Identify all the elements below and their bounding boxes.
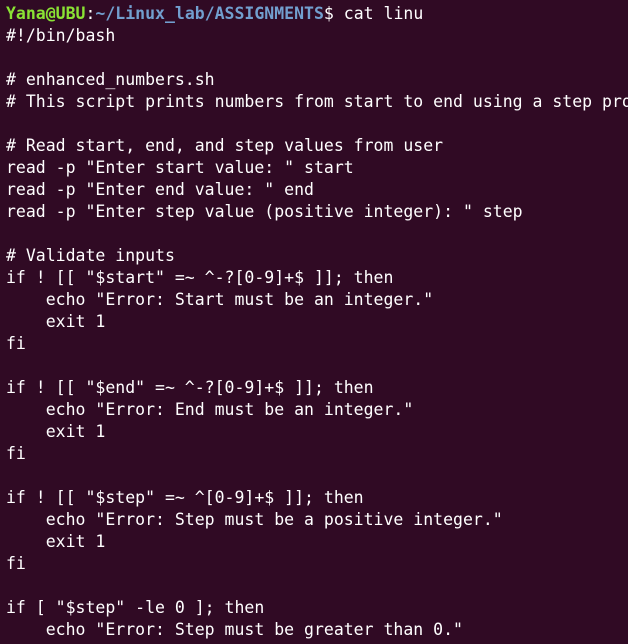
terminal-window[interactable]: Yana@UBU:~/Linux_lab/ASSIGNMENTS$ cat li…: [0, 0, 628, 644]
output-line: exit 1: [6, 422, 106, 441]
output-line: # Read start, end, and step values from …: [6, 136, 444, 155]
prompt-path: ~/Linux_lab/ASSIGNMENTS: [95, 4, 324, 23]
output-line: read -p "Enter step value (positive inte…: [6, 202, 523, 221]
output-line: exit 1: [6, 532, 106, 551]
output-line: if ! [[ "$start" =~ ^-?[0-9]+$ ]]; then: [6, 268, 394, 287]
prompt-user-host: Yana@UBU: [6, 4, 86, 23]
output-line: echo "Error: End must be an integer.": [6, 400, 414, 419]
output-line: # This script prints numbers from start …: [6, 92, 628, 111]
prompt-symbol: $: [323, 4, 344, 23]
output-line: echo "Error: Step must be a positive int…: [6, 510, 503, 529]
prompt-line: Yana@UBU:~/Linux_lab/ASSIGNMENTS$ cat li…: [6, 3, 628, 25]
output-line: exit 1: [6, 312, 106, 331]
output-line: if [ "$step" -le 0 ]; then: [6, 598, 265, 617]
output-line: if ! [[ "$end" =~ ^-?[0-9]+$ ]]; then: [6, 378, 374, 397]
output-line: read -p "Enter start value: " start: [6, 158, 354, 177]
output-line: echo "Error: Start must be an integer.": [6, 290, 434, 309]
output-line: # enhanced_numbers.sh: [6, 70, 215, 89]
output-line: # Validate inputs: [6, 246, 175, 265]
output-line: #!/bin/bash: [6, 26, 116, 45]
prompt-command: cat linu: [343, 4, 424, 23]
terminal-output: Yana@UBU:~/Linux_lab/ASSIGNMENTS$ cat li…: [6, 3, 628, 641]
prompt-separator: :: [85, 4, 96, 23]
output-line: echo "Error: Step must be greater than 0…: [6, 620, 463, 639]
output-line: fi: [6, 444, 26, 463]
output-line: read -p "Enter end value: " end: [6, 180, 314, 199]
output-line: fi: [6, 554, 26, 573]
output-line: fi: [6, 334, 26, 353]
output-line: if ! [[ "$step" =~ ^[0-9]+$ ]]; then: [6, 488, 364, 507]
